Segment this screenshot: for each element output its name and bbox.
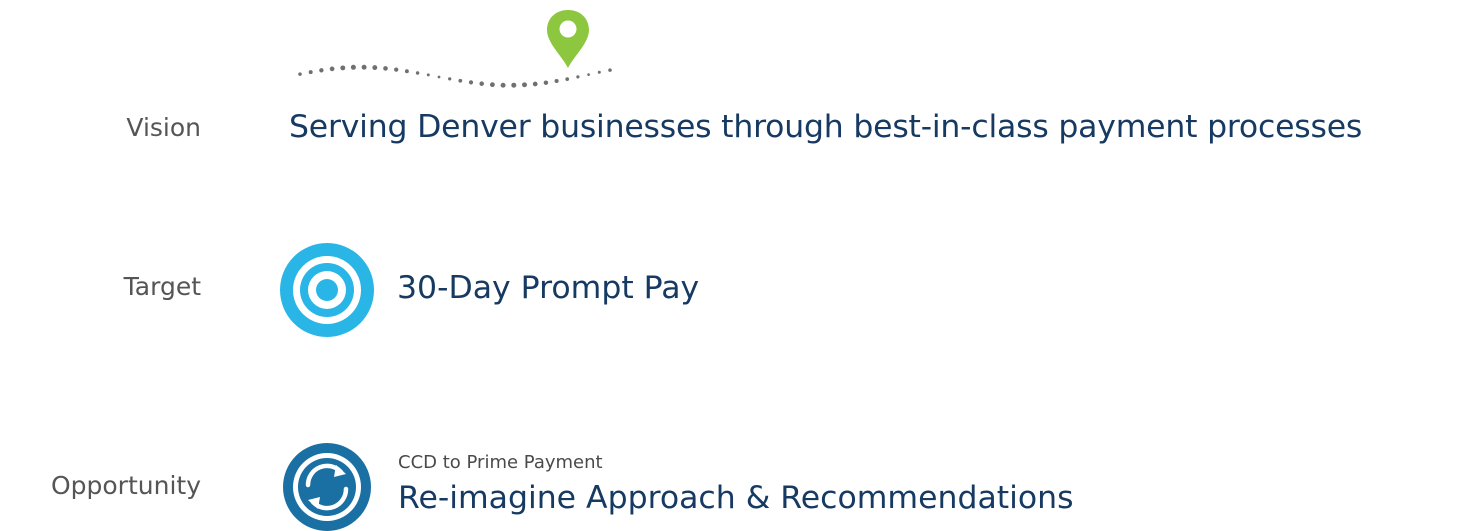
trail-dot bbox=[404, 69, 409, 74]
trail-dot bbox=[394, 67, 399, 72]
trail-dot bbox=[500, 82, 506, 88]
trail-dot bbox=[565, 77, 570, 81]
trail-dot bbox=[383, 66, 388, 71]
opportunity-subtitle: CCD to Prime Payment bbox=[398, 452, 603, 473]
trail-dot bbox=[372, 65, 378, 71]
trail-dot bbox=[308, 70, 313, 75]
trail-dot bbox=[543, 80, 549, 85]
trail-dot bbox=[576, 75, 580, 79]
trail-dot bbox=[608, 68, 612, 72]
trail-dot bbox=[426, 73, 430, 77]
target-label: Target bbox=[123, 272, 201, 301]
trail-dot bbox=[522, 82, 527, 88]
trail-dot bbox=[329, 66, 335, 72]
vision-label: Vision bbox=[126, 113, 201, 142]
trail-dot bbox=[415, 71, 420, 75]
trail-dot bbox=[532, 81, 538, 87]
refresh-cycle-icon bbox=[283, 443, 371, 531]
target-statement: 30-Day Prompt Pay bbox=[397, 270, 700, 306]
trail-dot bbox=[490, 82, 495, 88]
opportunity-label: Opportunity bbox=[50, 471, 201, 500]
target-icon bbox=[280, 243, 374, 337]
trail-dot bbox=[319, 68, 324, 73]
trail-dot bbox=[448, 77, 452, 81]
trail-dot bbox=[350, 64, 356, 70]
trail-dot bbox=[554, 78, 559, 84]
map-pin-path-icon bbox=[298, 10, 612, 88]
trail-dot bbox=[597, 70, 601, 74]
trail-dot bbox=[437, 75, 441, 79]
trail-dot bbox=[458, 78, 463, 83]
trail-dot bbox=[361, 64, 367, 70]
dotted-trail bbox=[298, 64, 612, 88]
trail-dot bbox=[511, 82, 517, 88]
trail-dot bbox=[340, 65, 346, 71]
trail-dot bbox=[587, 73, 590, 76]
trail-dot bbox=[298, 72, 302, 76]
trail-dot bbox=[479, 81, 484, 86]
opportunity-statement: Re-imagine Approach & Recommendations bbox=[398, 480, 1074, 516]
map-pin-icon bbox=[547, 10, 589, 68]
vision-statement: Serving Denver businesses through best-i… bbox=[289, 109, 1363, 145]
trail-dot bbox=[468, 80, 474, 85]
